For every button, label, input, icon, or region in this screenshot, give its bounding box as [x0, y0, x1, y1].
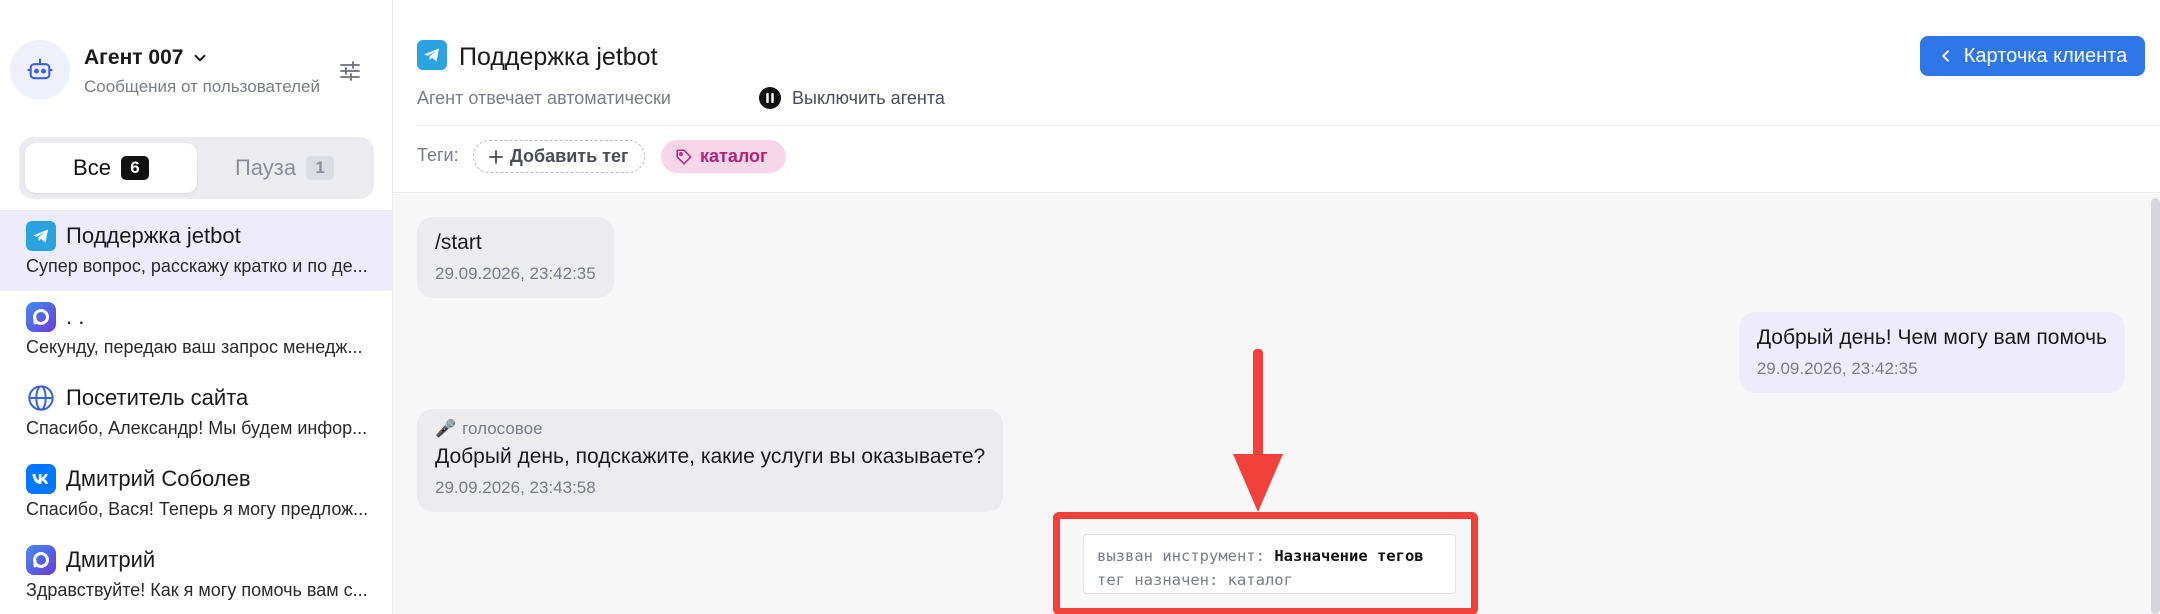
- header-divider: [417, 125, 2160, 126]
- chat-list-item[interactable]: Дмитрий Здравствуйте! Как я могу помочь …: [0, 534, 392, 614]
- message-text: Добрый день! Чем могу вам помочь: [1756, 326, 2107, 349]
- sidebar: Агент 007 Сообщения от пользователей Все…: [0, 0, 393, 614]
- tab-pause[interactable]: Пауза 1: [201, 143, 368, 193]
- tag-icon: [676, 149, 692, 164]
- pause-icon: [759, 87, 781, 109]
- agent-name: Агент 007: [84, 46, 184, 69]
- tab-pause-label: Пауза: [234, 155, 297, 180]
- message-text: Добрый день, подскажите, какие услуги вы…: [435, 445, 986, 468]
- chat-title: Поддержка jetbot: [66, 223, 241, 248]
- agent-status-text: Агент отвечает автоматически: [417, 88, 671, 108]
- tab-all-count: 6: [120, 156, 149, 180]
- chat-title: Посетитель сайта: [66, 385, 249, 410]
- client-card-label: Карточка клиента: [1963, 44, 2128, 67]
- message-time: 29.09.2026, 23:43:58: [435, 478, 596, 497]
- chat-preview: Спасибо, Вася! Теперь я могу предлож...: [26, 499, 369, 519]
- agent-subtitle: Сообщения от пользователей: [84, 77, 320, 96]
- chat-preview: Здравствуйте! Как я могу помочь вам с...: [26, 580, 368, 600]
- globe-icon: [26, 383, 56, 413]
- message-bubble-outgoing: Добрый день! Чем могу вам помочь 29.09.2…: [1738, 312, 2125, 393]
- client-card-button[interactable]: Карточка клиента: [1920, 36, 2145, 76]
- conversation-title: Поддержка jetbot: [459, 43, 658, 71]
- microphone-icon: 🎤: [435, 419, 457, 438]
- message-time: 29.09.2026, 23:42:35: [435, 264, 596, 283]
- tab-all[interactable]: Все 6: [25, 143, 197, 193]
- disable-agent-label: Выключить агента: [792, 87, 945, 108]
- agent-avatar: [10, 40, 70, 100]
- scrollbar[interactable]: [2151, 198, 2160, 614]
- conversation-header: Поддержка jetbot Агент отвечает автомати…: [393, 0, 2160, 193]
- tab-all-label: Все: [73, 155, 111, 180]
- max-messenger-icon: [26, 302, 56, 332]
- robot-icon: [27, 58, 53, 80]
- chevron-down-icon[interactable]: [191, 49, 209, 67]
- chat-list-item[interactable]: Поддержка jetbot Супер вопрос, расскажу …: [0, 210, 392, 291]
- chat-list-item[interactable]: . . Секунду, передаю ваш запрос менедж..…: [0, 291, 392, 372]
- agent-header[interactable]: Агент 007 Сообщения от пользователей: [10, 40, 385, 104]
- chat-preview: Спасибо, Александр! Мы будем инфор...: [26, 418, 368, 438]
- chat-preview: Секунду, передаю ваш запрос менедж...: [26, 337, 363, 357]
- message-bubble-incoming: /start 29.09.2026, 23:42:35: [417, 217, 614, 298]
- tab-pause-count: 1: [306, 156, 335, 180]
- chat-list: Поддержка jetbot Супер вопрос, расскажу …: [0, 210, 392, 614]
- chat-title: . .: [66, 304, 85, 329]
- add-tag-label: Добавить тег: [510, 146, 629, 166]
- plus-icon: [489, 149, 503, 164]
- chat-list-item[interactable]: Посетитель сайта Спасибо, Александр! Мы …: [0, 372, 392, 453]
- message-bubble-incoming: 🎤 голосовое Добрый день, подскажите, как…: [417, 409, 1004, 512]
- sliders-icon: [340, 61, 360, 81]
- chevron-left-icon: [1942, 50, 1949, 62]
- tag-chip[interactable]: каталог: [661, 140, 786, 173]
- tags-label: Теги:: [417, 145, 459, 165]
- voice-label: голосовое: [462, 419, 543, 438]
- chat-list-item[interactable]: Дмитрий Соболев Спасибо, Вася! Теперь я …: [0, 453, 392, 534]
- message-text: /start: [435, 231, 482, 254]
- telegram-icon: [417, 40, 447, 75]
- vk-icon: [26, 464, 56, 494]
- chat-title: Дмитрий Соболев: [66, 466, 251, 491]
- highlight-box-annotation: [1053, 512, 1478, 614]
- telegram-icon: [26, 221, 56, 251]
- conversation-panel: Поддержка jetbot Агент отвечает автомати…: [393, 0, 2160, 614]
- message-thread: /start 29.09.2026, 23:42:35 Добрый день!…: [393, 194, 2160, 614]
- filter-settings-button[interactable]: [335, 56, 365, 86]
- message-time: 29.09.2026, 23:42:35: [1756, 359, 1918, 378]
- arrow-down-annotation: [1233, 349, 1283, 512]
- add-tag-button[interactable]: Добавить тег: [473, 140, 645, 173]
- chat-title: Дмитрий: [66, 547, 156, 572]
- max-messenger-icon: [26, 545, 56, 575]
- tag-label: каталог: [700, 146, 768, 166]
- chat-preview: Супер вопрос, расскажу кратко и по де...: [26, 256, 368, 276]
- chat-filter-tabs: Все 6 Пауза 1: [19, 137, 374, 199]
- disable-agent-button[interactable]: Выключить агента: [758, 86, 945, 110]
